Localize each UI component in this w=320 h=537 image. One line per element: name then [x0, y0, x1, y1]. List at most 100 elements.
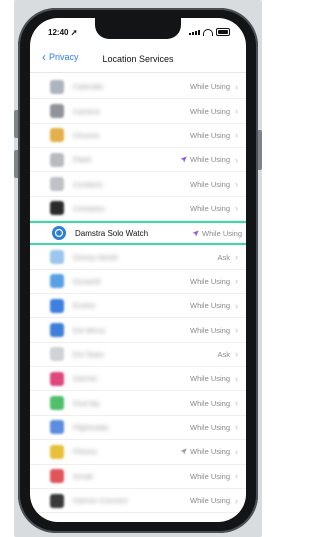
- app-row[interactable]: Flightradar While Using ›: [30, 416, 246, 441]
- app-name: Fitness: [73, 447, 98, 457]
- app-name: Gmail: [73, 471, 93, 481]
- chevron-right-icon: ›: [235, 81, 238, 92]
- app-name: Find My: [73, 398, 100, 408]
- permission-label: Ask: [217, 252, 230, 262]
- app-icon: [50, 396, 64, 411]
- app-row[interactable]: Fitness While Using ›: [30, 440, 246, 465]
- app-icon: [50, 371, 64, 386]
- app-name: Flightradar: [73, 422, 109, 432]
- app-icon: [50, 79, 64, 94]
- permission-label: While Using: [189, 496, 230, 506]
- permission-value: While Using ›: [190, 422, 238, 432]
- chevron-right-icon: ›: [235, 130, 238, 141]
- chevron-right-icon: ›: [235, 300, 238, 311]
- app-icon: [50, 104, 64, 119]
- app-name: Damstra Solo Watch: [75, 228, 149, 238]
- navigation-bar: ‹ Privacy Location Services: [30, 46, 246, 73]
- app-row[interactable]: Garmin Connect While Using ›: [30, 489, 246, 514]
- permission-label: While Using: [189, 398, 230, 408]
- app-icon: [50, 201, 64, 216]
- app-icon: [50, 152, 64, 167]
- chevron-right-icon: ›: [235, 495, 238, 506]
- chevron-right-icon: ›: [235, 203, 238, 214]
- chevron-right-icon: ›: [235, 422, 238, 433]
- chevron-right-icon: ›: [235, 446, 238, 457]
- permission-label: While Using: [189, 179, 230, 189]
- chevron-right-icon: ›: [235, 179, 238, 190]
- app-icon: [50, 469, 64, 484]
- app-icon: [50, 420, 64, 435]
- app-name: Flash: [73, 155, 92, 165]
- permission-label: While Using: [189, 155, 230, 165]
- battery-icon: [216, 28, 230, 36]
- permission-value: Ask ›: [217, 349, 238, 359]
- app-row[interactable]: Calendar While Using ›: [30, 75, 246, 100]
- chevron-right-icon: ›: [235, 398, 238, 409]
- permission-label: Ask: [217, 349, 230, 359]
- app-icon: [50, 493, 64, 508]
- permission-label: While Using: [189, 447, 230, 457]
- permission-label: While Using: [189, 471, 230, 481]
- app-row[interactable]: Evolve While Using ›: [30, 294, 246, 319]
- location-arrow-icon: [180, 156, 187, 163]
- app-row-highlighted[interactable]: Damstra Solo Watch While Using›: [30, 221, 246, 246]
- app-row[interactable]: Gmail While Using ›: [30, 465, 246, 489]
- app-icon: [50, 128, 64, 143]
- app-icon: [50, 444, 64, 459]
- chevron-right-icon: ›: [235, 325, 238, 336]
- app-row[interactable]: Camera While Using ›: [30, 99, 246, 124]
- permission-value: While Using ›: [190, 106, 238, 116]
- status-time: 12:40 ➚: [48, 28, 78, 37]
- app-row[interactable]: Ext Team Ask ›: [30, 343, 246, 368]
- permission-value: While Using ›: [190, 374, 238, 384]
- permission-label: While Using: [189, 422, 230, 432]
- permission-value: While Using ›: [190, 471, 238, 481]
- app-icon: [50, 323, 64, 338]
- app-name: Evolve: [73, 301, 96, 311]
- app-location-list: Calendar While Using › Camera While Using › Ch…: [30, 75, 246, 514]
- chevron-right-icon: ›: [235, 252, 238, 263]
- permission-value: While Using ›: [190, 398, 238, 408]
- app-row[interactable]: Contacts While Using ›: [30, 172, 246, 197]
- app-icon: [50, 347, 64, 362]
- wifi-icon: [203, 28, 213, 36]
- chevron-right-icon: ›: [235, 106, 238, 117]
- app-row[interactable]: Disney World Ask ›: [30, 245, 246, 270]
- app-row[interactable]: Garmin While Using ›: [30, 367, 246, 392]
- status-icons: [189, 28, 230, 36]
- permission-value: While Using ›: [180, 155, 238, 165]
- app-name: Garmin Connect: [73, 496, 128, 506]
- chevron-right-icon: ›: [235, 276, 238, 287]
- location-arrow-icon: [192, 230, 199, 237]
- chevron-right-icon: ›: [235, 373, 238, 384]
- permission-label: While Using: [189, 106, 230, 116]
- app-name: Disney World: [73, 252, 118, 262]
- app-name: Garmin: [73, 374, 98, 384]
- app-row[interactable]: Chrome While Using ›: [30, 124, 246, 149]
- app-name: Duracell: [73, 276, 101, 286]
- location-arrow-icon: [180, 448, 187, 455]
- app-name: Ext Mirror: [73, 325, 106, 335]
- app-row[interactable]: Flash While Using ›: [30, 148, 246, 173]
- permission-label: While Using: [189, 203, 230, 213]
- app-row[interactable]: Find My While Using ›: [30, 391, 246, 416]
- permission-label: While Using: [189, 325, 230, 335]
- app-row[interactable]: Compass While Using ›: [30, 197, 246, 222]
- permission-label: While Using: [189, 301, 230, 311]
- permission-label: While Using: [189, 130, 230, 140]
- notch: [95, 18, 181, 39]
- location-status-icon: ➚: [70, 28, 78, 37]
- permission-value: While Using ›: [190, 82, 238, 92]
- app-row[interactable]: Duracell While Using ›: [30, 270, 246, 295]
- phone-screen: 12:40 ➚ ‹ Privacy Location Services Cale…: [30, 18, 246, 522]
- permission-value: While Using ›: [190, 276, 238, 286]
- permission-label: While Using: [189, 374, 230, 384]
- app-name: Contacts: [73, 179, 103, 189]
- app-row[interactable]: Ext Mirror While Using ›: [30, 318, 246, 343]
- app-name: Compass: [73, 203, 105, 213]
- app-icon: [50, 298, 64, 313]
- app-name: Chrome: [73, 130, 100, 140]
- permission-value: While Using ›: [190, 325, 238, 335]
- app-icon: [50, 250, 64, 265]
- permission-label: While Using: [189, 276, 230, 286]
